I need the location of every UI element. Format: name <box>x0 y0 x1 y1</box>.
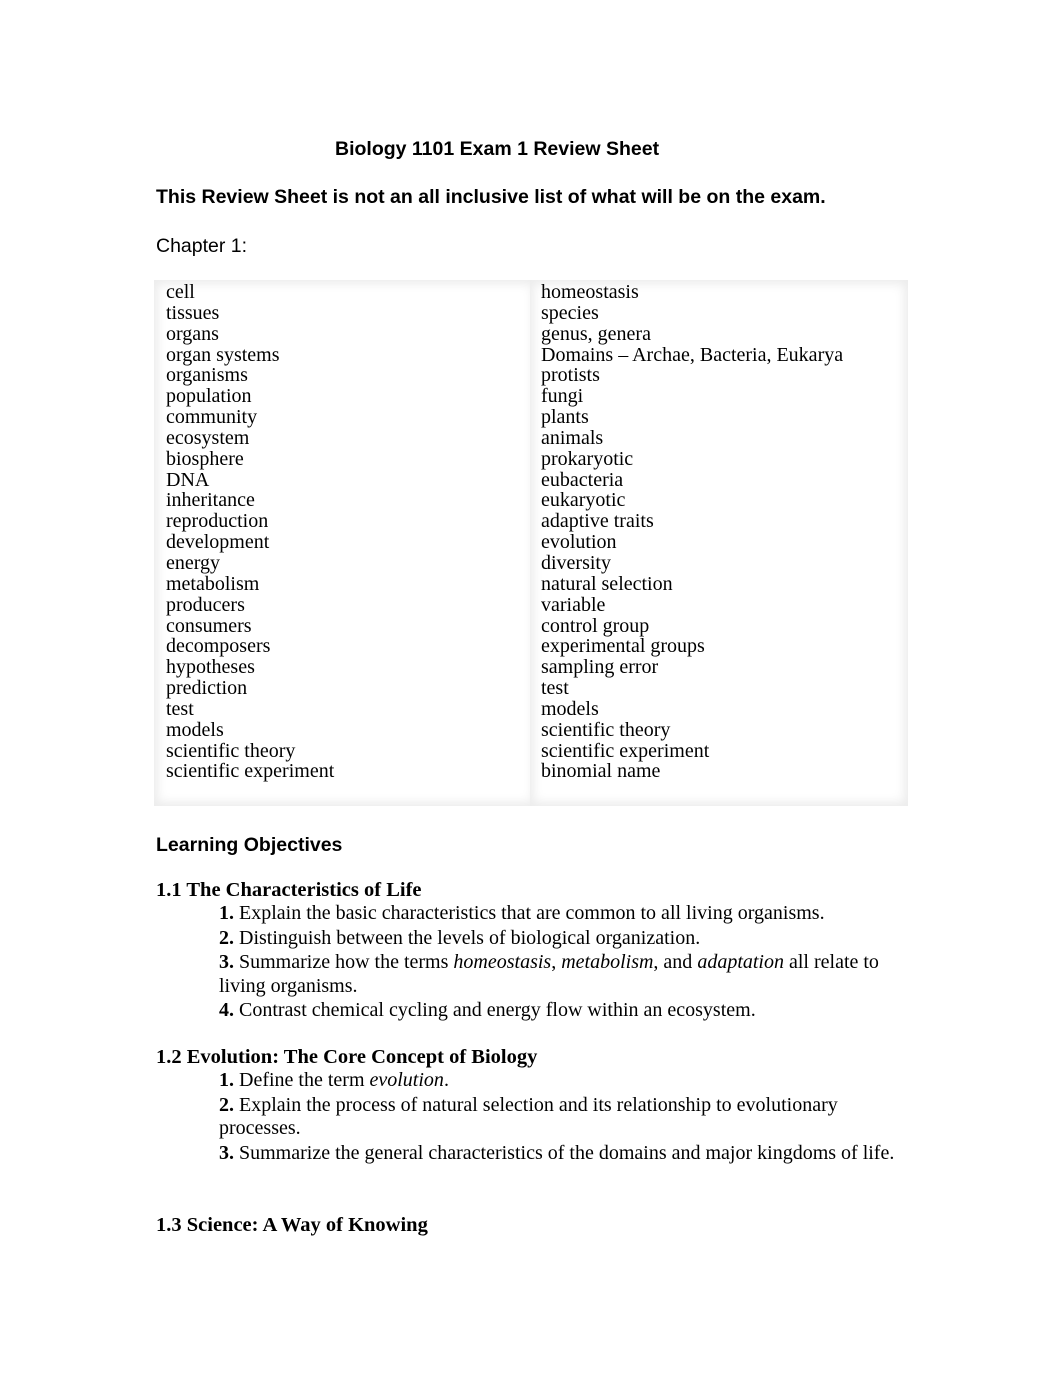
section-heading: 1.3 Science: A Way of Knowing <box>156 1214 428 1236</box>
objective-text: . <box>443 1069 449 1091</box>
term-item: Domains – Archae, Bacteria, Eukarya <box>541 343 844 366</box>
terms-list-left: cell tissues organs organ systems organisms p… <box>166 282 334 782</box>
term-item: animals <box>541 426 604 449</box>
term-item: scientific experiment <box>166 760 335 783</box>
section-1-2: 1.2 Evolution: The Core Concept of Biolo… <box>156 1045 916 1166</box>
terms-list-right: homeostasis species genus, genera Domains –… <box>541 282 843 782</box>
term-item: energy <box>166 551 221 574</box>
section-1-3: 1.3 Science: A Way of Knowing <box>156 1213 916 1237</box>
term-item: community <box>166 406 258 429</box>
term-item: variable <box>541 593 606 616</box>
term-item: genus, genera <box>541 322 651 345</box>
objective-text: Explain the process of natural selection… <box>219 1093 838 1140</box>
objective-number: 1. <box>219 902 234 924</box>
term-item: homeostasis <box>541 281 639 303</box>
term-item: scientific experiment <box>541 739 710 762</box>
term-item: natural selection <box>541 572 673 595</box>
objective-item: 1. Explain the basic characteristics tha… <box>219 902 916 926</box>
objective-item: 2. Distinguish between the levels of bio… <box>219 927 916 951</box>
objective-number: 3. <box>219 951 234 973</box>
objective-text: Explain the basic characteristics that a… <box>234 902 825 924</box>
term-item: biosphere <box>166 447 244 470</box>
document-title: Biology 1101 Exam 1 Review Sheet <box>335 138 660 160</box>
term-item: diversity <box>541 551 611 574</box>
term-item: cell <box>166 281 195 303</box>
objective-text: Summarize the general characteristics of… <box>234 1141 895 1164</box>
objective-number: 3. <box>219 1141 234 1164</box>
section-heading: 1.1 The Characteristics of Life <box>156 879 422 901</box>
term-item: tissues <box>166 301 220 324</box>
objective-text: Distinguish between the levels of biolog… <box>234 926 701 949</box>
objective-item: 3. Summarize how the terms homeostasis , … <box>219 951 916 998</box>
emphasized-term: evolution <box>369 1069 444 1091</box>
term-item: scientific theory <box>166 739 296 762</box>
term-item: experimental groups <box>541 635 705 658</box>
objective-item: 4. Contrast chemical cycling and energy … <box>219 999 916 1023</box>
term-item: organs <box>166 322 219 345</box>
emphasized-term: adaptation <box>697 951 784 973</box>
disclaimer: This Review Sheet is not an all inclusiv… <box>156 186 826 208</box>
term-item: organisms <box>166 364 248 387</box>
emphasized-term: homeostasis <box>453 951 552 973</box>
term-item: sampling error <box>541 656 659 679</box>
term-item: test <box>166 697 194 720</box>
term-item: species <box>541 301 599 324</box>
term-item: reproduction <box>166 510 269 533</box>
objective-item: 3. Summarize the general characteristics… <box>219 1142 916 1166</box>
term-item: test <box>541 677 569 700</box>
term-item: adaptive traits <box>541 510 654 533</box>
term-item: protists <box>541 364 600 387</box>
term-item: DNA <box>166 468 210 491</box>
objective-text: Summarize how the terms <box>234 951 454 973</box>
emphasized-term: metabolism <box>561 951 654 973</box>
term-item: prediction <box>166 677 248 700</box>
term-item: scientific theory <box>541 718 671 741</box>
objective-text: Define the term <box>234 1069 370 1091</box>
term-item: population <box>166 385 252 408</box>
term-item: plants <box>541 406 589 429</box>
term-item: ecosystem <box>166 426 250 449</box>
section-1-1: 1.1 The Characteristics of Life 1. Expla… <box>156 878 916 1024</box>
chapter-label: Chapter 1: <box>156 235 248 257</box>
term-item: control group <box>541 614 650 637</box>
term-item: development <box>166 531 270 554</box>
term-item: consumers <box>166 614 252 637</box>
term-item: organ systems <box>166 343 280 366</box>
term-item: hypotheses <box>166 656 255 679</box>
objective-number: 1. <box>219 1069 234 1091</box>
term-item: inheritance <box>166 489 255 512</box>
term-item: models <box>166 718 224 741</box>
term-item: producers <box>166 593 245 616</box>
term-item: fungi <box>541 385 584 408</box>
term-item: metabolism <box>166 572 260 595</box>
terms-table: cell tissues organs organ systems organisms p… <box>154 280 910 810</box>
objective-item: 1. Define the term evolution. <box>219 1069 916 1093</box>
objective-number: 2. <box>219 1093 234 1116</box>
term-item: eukaryotic <box>541 489 626 512</box>
document-page: Biology 1101 Exam 1 Review Sheet This Re… <box>0 0 1062 1377</box>
section-heading: 1.2 Evolution: The Core Concept of Biolo… <box>156 1046 538 1068</box>
objective-text: , <box>551 951 562 973</box>
term-item: decomposers <box>166 635 271 658</box>
objective-text: , and <box>653 951 698 973</box>
objective-item: 2. Explain the process of natural select… <box>219 1094 916 1141</box>
term-item: eubacteria <box>541 468 624 491</box>
term-item: models <box>541 697 599 720</box>
objectives-list: 1. Define the term evolution. 2. Explain … <box>156 1069 916 1165</box>
objective-number: 2. <box>219 926 234 949</box>
objectives-list: 1. Explain the basic characteristics tha… <box>156 902 916 1023</box>
term-item: evolution <box>541 531 617 554</box>
learning-objectives-heading: Learning Objectives <box>156 834 343 856</box>
objective-text: Contrast chemical cycling and energy flo… <box>234 999 756 1021</box>
term-item: binomial name <box>541 760 661 783</box>
term-item: prokaryotic <box>541 447 634 470</box>
objective-number: 4. <box>219 999 234 1021</box>
